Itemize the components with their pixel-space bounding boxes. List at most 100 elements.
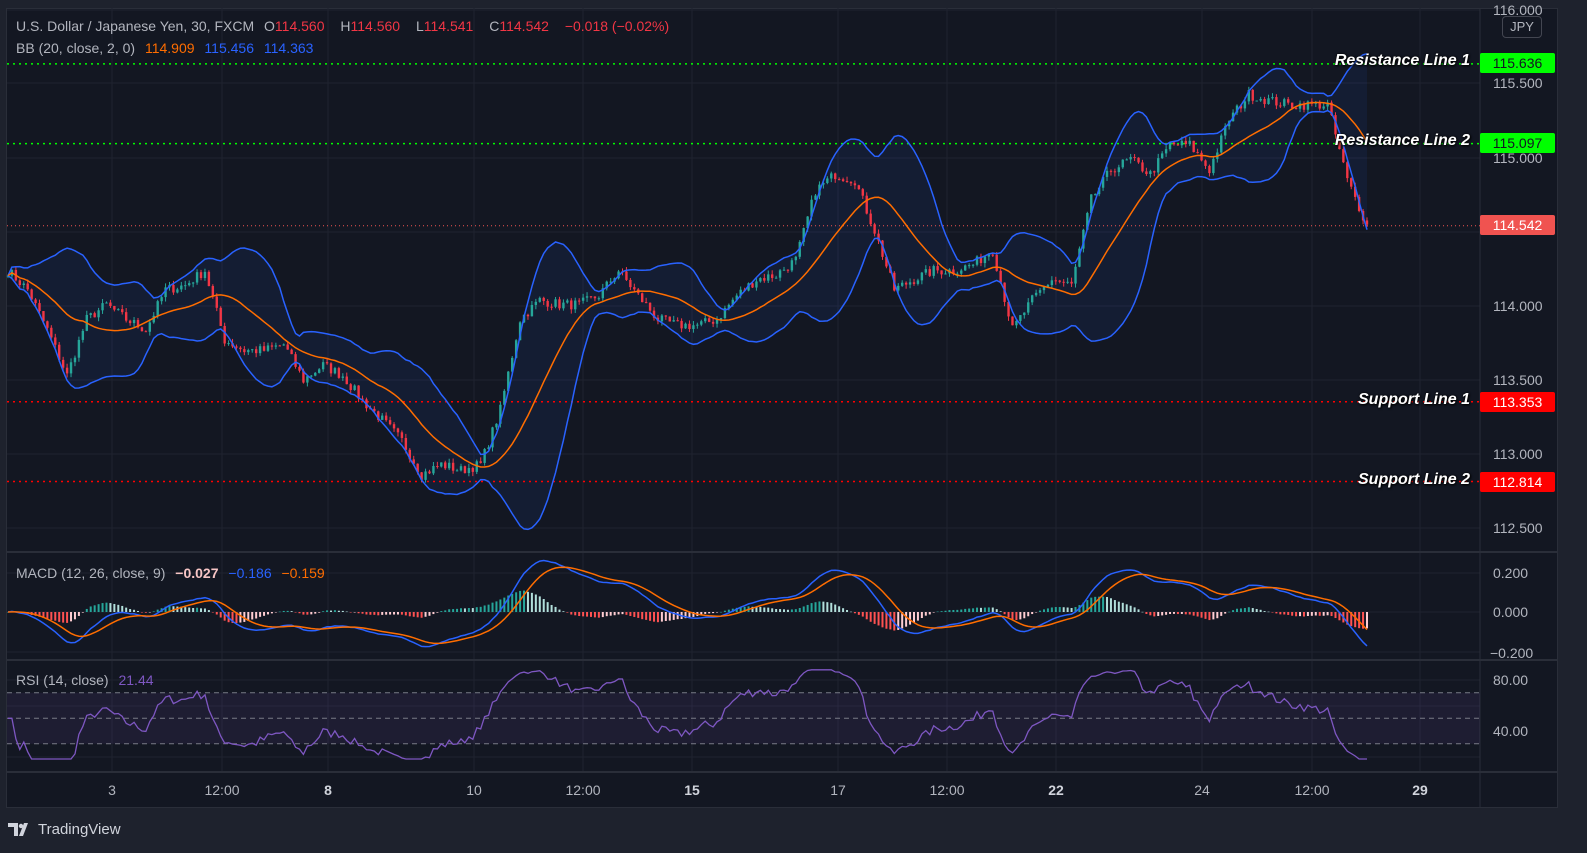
macd-histogram-bar (558, 609, 561, 612)
macd-histogram-bar (1334, 612, 1337, 619)
candle-body (790, 260, 794, 271)
macd-histogram-bar (783, 609, 786, 612)
macd-tick: −0.200 (1490, 645, 1534, 661)
macd-histogram-bar (113, 603, 116, 612)
support-1-label[interactable]: Support Line 1 (1358, 391, 1470, 409)
candle-body (1176, 144, 1180, 146)
candle-body (1137, 157, 1140, 163)
candle-body (404, 437, 408, 450)
candle-body (188, 283, 191, 286)
macd-histogram-bar (424, 612, 427, 617)
tradingview-logo[interactable]: TradingView (8, 821, 121, 838)
macd-histogram-bar (70, 612, 73, 622)
rsi-legend[interactable]: RSI (14, close) 21.44 (16, 672, 160, 688)
candle-body (1038, 290, 1042, 293)
macd-histogram-bar (763, 607, 766, 612)
macd-histogram-bar (85, 608, 88, 612)
candle-body (983, 256, 987, 264)
macd-histogram-bar (373, 612, 376, 615)
rsi-tick: 40.00 (1493, 723, 1529, 739)
macd-histogram-bar (282, 610, 285, 612)
macd-histogram-bar (1330, 612, 1333, 617)
macd-histogram-bar (1169, 612, 1172, 615)
candle-body (424, 471, 427, 480)
candle-body (912, 282, 916, 284)
candle-body (463, 466, 467, 474)
macd-histogram-bar (129, 609, 132, 612)
candle-body (700, 321, 703, 325)
candle-body (69, 362, 73, 374)
candle-body (936, 266, 939, 271)
macd-histogram-bar (861, 612, 864, 617)
candle-body (995, 254, 998, 271)
price-tick: 113.000 (1493, 446, 1543, 462)
support-2-label[interactable]: Support Line 2 (1358, 471, 1470, 489)
macd-histogram-bar (1322, 612, 1325, 616)
candle-body (1105, 170, 1109, 177)
macd-histogram-bar (676, 612, 679, 620)
macd-histogram-bar (200, 608, 203, 612)
macd-histogram-bar (487, 604, 490, 612)
candle-body (144, 331, 148, 333)
candle-body (54, 337, 57, 345)
candle-body (1172, 142, 1176, 145)
macd-histogram-bar (263, 612, 266, 616)
price-change: −0.018 (−0.02%) (564, 18, 670, 34)
macd-histogram-bar (660, 612, 663, 622)
macd-histogram-bar (566, 612, 569, 613)
macd-histogram-bar (550, 605, 553, 612)
time-tick: 12:00 (565, 782, 601, 798)
macd-histogram-bar (909, 612, 912, 625)
candle-body (243, 349, 246, 353)
candle-body (65, 367, 69, 374)
time-tick: 3 (108, 782, 116, 798)
macd-histogram-bar (1271, 612, 1274, 613)
candle-body (570, 300, 573, 310)
macd-histogram-bar (1236, 608, 1239, 612)
candle-body (18, 280, 22, 286)
macd-histogram-bar (1054, 607, 1057, 612)
price-tick: 115.500 (1493, 75, 1543, 91)
bb-upper-line (7, 52, 1368, 456)
time-tick: 8 (324, 782, 332, 798)
macd-histogram-bar (554, 606, 557, 612)
macd-histogram-bar (944, 610, 947, 612)
resistance-2-label[interactable]: Resistance Line 2 (1335, 132, 1470, 150)
macd-histogram-bar (1216, 612, 1219, 619)
macd-histogram-bar (873, 612, 876, 624)
resistance-1-label[interactable]: Resistance Line 1 (1335, 52, 1470, 70)
macd-histogram-bar (121, 605, 124, 612)
last-price-tag: 114.542 (1480, 215, 1555, 235)
candle-body (333, 368, 337, 374)
macd-histogram-bar (393, 612, 396, 615)
candle-body (128, 320, 132, 324)
candle-body (904, 282, 908, 285)
candle-body (451, 462, 455, 471)
macd-legend[interactable]: MACD (12, 26, close, 9) −0.027 −0.186 −0… (16, 565, 331, 581)
macd-histogram-bar (1212, 612, 1215, 620)
candle-body (1290, 102, 1294, 109)
macd-histogram-bar (916, 612, 919, 621)
macd-histogram-bar (641, 612, 644, 620)
macd-histogram-bar (416, 612, 419, 618)
time-tick: 15 (684, 782, 700, 798)
currency-button[interactable]: JPY (1502, 16, 1542, 38)
macd-histogram-bar (605, 612, 608, 617)
macd-histogram-bar (1232, 610, 1235, 612)
macd-histogram-bar (1161, 612, 1164, 616)
candle-body (483, 449, 486, 463)
candle-body (101, 303, 104, 311)
macd-histogram-bar (767, 607, 770, 612)
chart-canvas[interactable] (0, 0, 1587, 853)
macd-histogram-bar (1275, 612, 1278, 614)
macd-histogram-bar (570, 612, 573, 615)
symbol-legend[interactable]: U.S. Dollar / Japanese Yen, 30, FXCM O11… (16, 18, 675, 34)
macd-histogram-bar (633, 612, 636, 617)
bb-legend[interactable]: BB (20, close, 2, 0) 114.909 115.456 114… (16, 40, 319, 56)
candle-body (353, 385, 356, 390)
candle-body (664, 315, 668, 317)
candle-body (668, 316, 671, 322)
candle-body (1342, 149, 1345, 163)
candle-body (853, 183, 857, 186)
macd-histogram-bar (881, 612, 884, 628)
